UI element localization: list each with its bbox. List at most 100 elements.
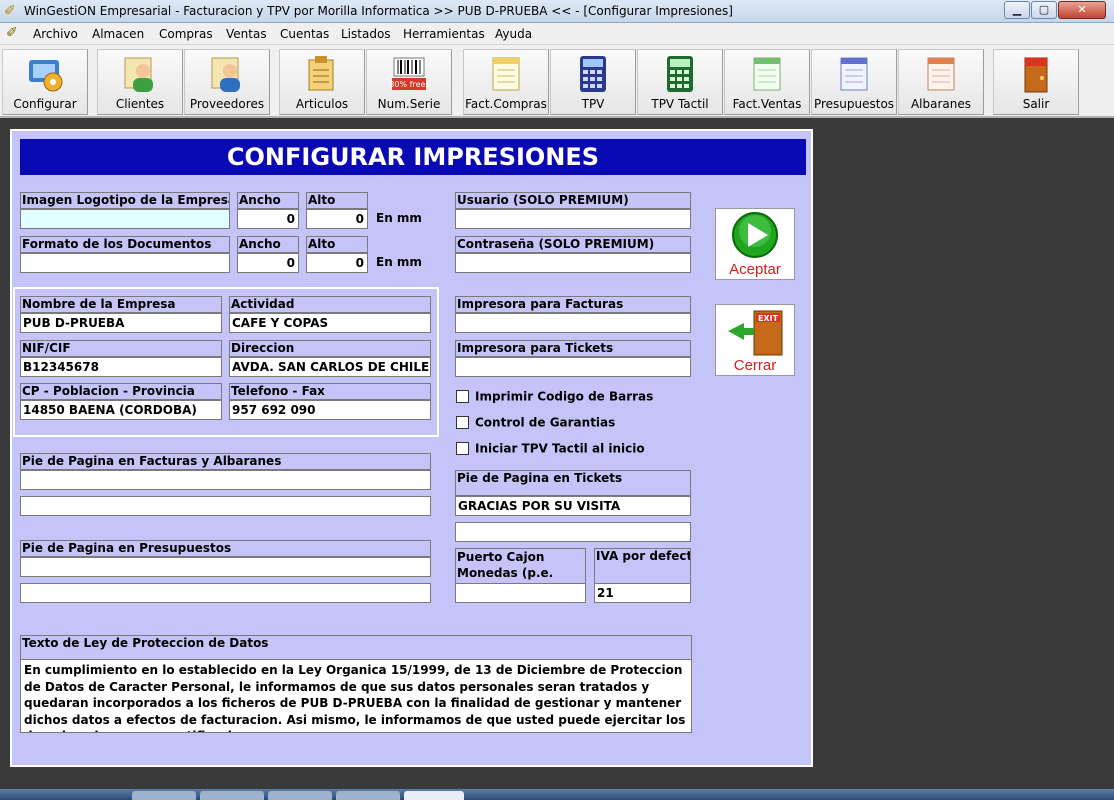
toolbar-tpv-button[interactable]: TPV [550,49,636,115]
taskbar-item[interactable] [132,791,196,800]
menu-almacen[interactable]: Almacen [92,27,144,41]
cp-label: CP - Poblacion - Provincia [20,383,222,400]
direccion-input[interactable]: AVDA. SAN CARLOS DE CHILE, 3: [229,357,431,377]
toolbar-salir-label: Salir [1022,97,1050,111]
menu-archivo[interactable]: Archivo [33,27,78,41]
aceptar-button[interactable]: Aceptar [715,208,795,280]
logo-ancho-input[interactable]: 0 [237,209,299,229]
toolbar-tpv-label: TPV [581,97,605,111]
actividad-input[interactable]: CAFE Y COPAS [229,313,431,333]
formato-alto-label: Alto [306,236,368,253]
maximize-button[interactable]: ▢ [1031,1,1057,19]
pie-facturas-label: Pie de Pagina en Facturas y Albaranes [20,453,431,470]
iva-label: IVA por defecto [594,548,691,584]
toolbar-factventas-label: Fact.Ventas [732,97,802,111]
menu-cuentas[interactable]: Cuentas [280,27,329,41]
pie-tickets-label: Pie de Pagina en Tickets [455,470,691,496]
nombre-empresa-input[interactable]: PUB D-PRUEBA [20,313,222,333]
toolbar-factventas-button[interactable]: Fact.Ventas [724,49,810,115]
puerto-label: Puerto Cajon Monedas (p.e. LPT1 [455,548,586,584]
pie-presupuestos-line2-input[interactable] [20,583,431,603]
toolbar-articulos-button[interactable]: Articulos [279,49,365,115]
impresora-tickets-input[interactable] [455,357,691,377]
toolbar-clientes-button[interactable]: Clientes [97,49,183,115]
toolbar-factcompras-button[interactable]: Fact.Compras [463,49,549,115]
logo-alto-label: Alto [306,192,368,209]
taskbar-item[interactable] [200,791,264,800]
cerrar-button[interactable]: EXIT Cerrar [715,304,795,376]
contrasena-input[interactable] [455,253,691,273]
cp-input[interactable]: 14850 BAENA (CORDOBA) [20,400,222,420]
puerto-input[interactable] [455,583,586,603]
ley-label: Texto de Ley de Proteccion de Datos [20,635,692,660]
pie-tickets-line1-input[interactable]: GRACIAS POR SU VISITA [455,496,691,516]
toolbar-tpvtactil-label: TPV Tactil [651,97,709,111]
toolbar-presupuestos-label: Presupuestos [813,97,895,111]
usuario-input[interactable] [455,209,691,229]
menu-herramientas[interactable]: Herramientas [403,27,485,41]
telefono-input[interactable]: 957 692 090 [229,400,431,420]
taskbar-item-active[interactable] [404,791,464,800]
exit-sign-text: EXIT [758,314,779,323]
menu-ayuda[interactable]: Ayuda [495,27,532,41]
toolbar-albaranes-button[interactable]: Albaranes [898,49,984,115]
formato-alto-input[interactable]: 0 [306,253,368,273]
imprimir-codigo-barras-checkbox[interactable]: Imprimir Codigo de Barras [456,389,653,405]
close-button[interactable]: ✕ [1058,1,1106,19]
window-title: WinGestiON Empresarial - Facturacion y T… [24,4,733,18]
toolbar-tpvtactil-button[interactable]: TPV Tactil [637,49,723,115]
pie-presupuestos-label: Pie de Pagina en Presupuestos [20,540,431,557]
logo-input[interactable] [20,209,230,229]
formato-ancho-label: Ancho [237,236,299,253]
touch-pos-icon [661,54,699,94]
toolbar-proveedores-button[interactable]: Proveedores [184,49,270,115]
logo-unit: En mm [376,211,422,225]
articles-icon [303,54,341,94]
imprimir-codigo-barras-label: Imprimir Codigo de Barras [475,389,654,404]
nif-label: NIF/CIF [20,340,222,357]
configure-icon [26,54,64,94]
pie-tickets-line2-input[interactable] [455,522,691,542]
iniciar-tpv-tactil-label: Iniciar TPV Tactil al inicio [475,441,645,456]
formato-input[interactable] [20,253,230,273]
iniciar-tpv-tactil-checkbox[interactable]: Iniciar TPV Tactil al inicio [456,441,645,457]
mdi-app-icon: ✐ [6,25,18,41]
impresora-facturas-input[interactable] [455,313,691,333]
quotes-icon [835,54,873,94]
suppliers-icon [208,54,246,94]
toolbar-salir-button[interactable]: Salir [993,49,1079,115]
formato-label: Formato de los Documentos [20,236,230,253]
formato-ancho-input[interactable]: 0 [237,253,299,273]
play-icon [732,212,778,258]
menu-ventas[interactable]: Ventas [226,27,267,41]
logo-alto-input[interactable]: 0 [306,209,368,229]
toolbar-numserie-label: Num.Serie [377,97,441,111]
toolbar-presupuestos-button[interactable]: Presupuestos [811,49,897,115]
pie-presupuestos-line1-input[interactable] [20,557,431,577]
toolbar-articulos-label: Articulos [295,97,349,111]
exit-door-icon [1017,54,1055,94]
iva-input[interactable]: 21 [594,583,691,603]
ley-textarea[interactable]: En cumplimiento en lo establecido en la … [20,659,692,733]
pie-facturas-line2-input[interactable] [20,496,431,516]
toolbar-albaranes-label: Albaranes [910,97,972,111]
taskbar-item[interactable] [336,791,400,800]
app-icon: ✐ [4,3,16,19]
numserie-badge-text: 30% free! [390,80,428,89]
nif-input[interactable]: B12345678 [20,357,222,377]
toolbar-configurar-button[interactable]: Configurar [2,49,88,115]
purchase-invoice-icon [487,54,525,94]
impresora-tickets-label: Impresora para Tickets [455,340,691,357]
pie-facturas-line1-input[interactable] [20,470,431,490]
taskbar-item[interactable] [268,791,332,800]
checkbox-box [456,442,469,455]
toolbar-numserie-button[interactable]: 30% free! Num.Serie [366,49,452,115]
menu-listados[interactable]: Listados [341,27,391,41]
exit-door-icon: EXIT [728,310,783,356]
minimize-button[interactable]: ▁ [1004,1,1030,19]
control-garantias-checkbox[interactable]: Control de Garantias [456,415,615,431]
configurar-impresiones-panel: CONFIGURAR IMPRESIONES Imagen Logotipo d… [10,129,813,767]
telefono-label: Telefono - Fax [229,383,431,400]
menu-compras[interactable]: Compras [159,27,213,41]
checkbox-box [456,416,469,429]
